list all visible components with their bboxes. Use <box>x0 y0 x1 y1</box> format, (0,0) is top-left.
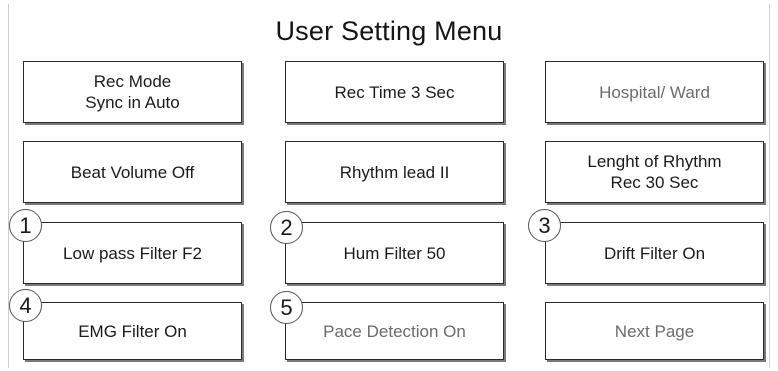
hum-filter-button[interactable]: Hum Filter 50 <box>285 222 504 284</box>
rhythm-lead-label: Rhythm lead II <box>339 162 450 182</box>
callout-3-badge: 3 <box>528 209 561 242</box>
beat-volume-button[interactable]: Beat Volume Off <box>23 141 242 203</box>
hum-filter-label: Hum Filter 50 <box>343 243 446 263</box>
menu-title: User Setting Menu <box>275 16 503 46</box>
rec-time-button[interactable]: Rec Time 3 Sec <box>285 61 504 123</box>
rhythm-length-button[interactable]: Lenght of Rhythm Rec 30 Sec <box>545 141 764 203</box>
hospital-ward-button[interactable]: Hospital/ Ward <box>545 61 764 123</box>
low-pass-filter-label: Low pass Filter F2 <box>63 243 202 263</box>
pace-detection-label: Pace Detection On <box>323 321 466 341</box>
emg-filter-label: EMG Filter On <box>78 321 187 341</box>
drift-filter-button[interactable]: Drift Filter On <box>545 222 764 284</box>
next-page-button[interactable]: Next Page <box>545 302 764 360</box>
rhythm-length-label: Lenght of Rhythm Rec 30 Sec <box>587 152 722 192</box>
callout-2-badge: 2 <box>270 211 303 244</box>
rec-mode-label: Rec Mode Sync in Auto <box>85 72 180 112</box>
callout-5-badge: 5 <box>270 291 303 324</box>
pace-detection-button[interactable]: Pace Detection On <box>285 302 504 360</box>
callout-4-badge: 4 <box>9 289 42 322</box>
callout-1-badge: 1 <box>9 209 42 242</box>
rec-time-label: Rec Time 3 Sec <box>334 82 455 102</box>
beat-volume-label: Beat Volume Off <box>70 162 195 182</box>
drift-filter-label: Drift Filter On <box>603 243 706 263</box>
rhythm-lead-button[interactable]: Rhythm lead II <box>285 141 504 203</box>
hospital-ward-label: Hospital/ Ward <box>599 82 710 102</box>
emg-filter-button[interactable]: EMG Filter On <box>23 302 242 360</box>
low-pass-filter-button[interactable]: Low pass Filter F2 <box>23 222 242 284</box>
next-page-label: Next Page <box>614 321 695 341</box>
rec-mode-button[interactable]: Rec Mode Sync in Auto <box>23 61 242 123</box>
